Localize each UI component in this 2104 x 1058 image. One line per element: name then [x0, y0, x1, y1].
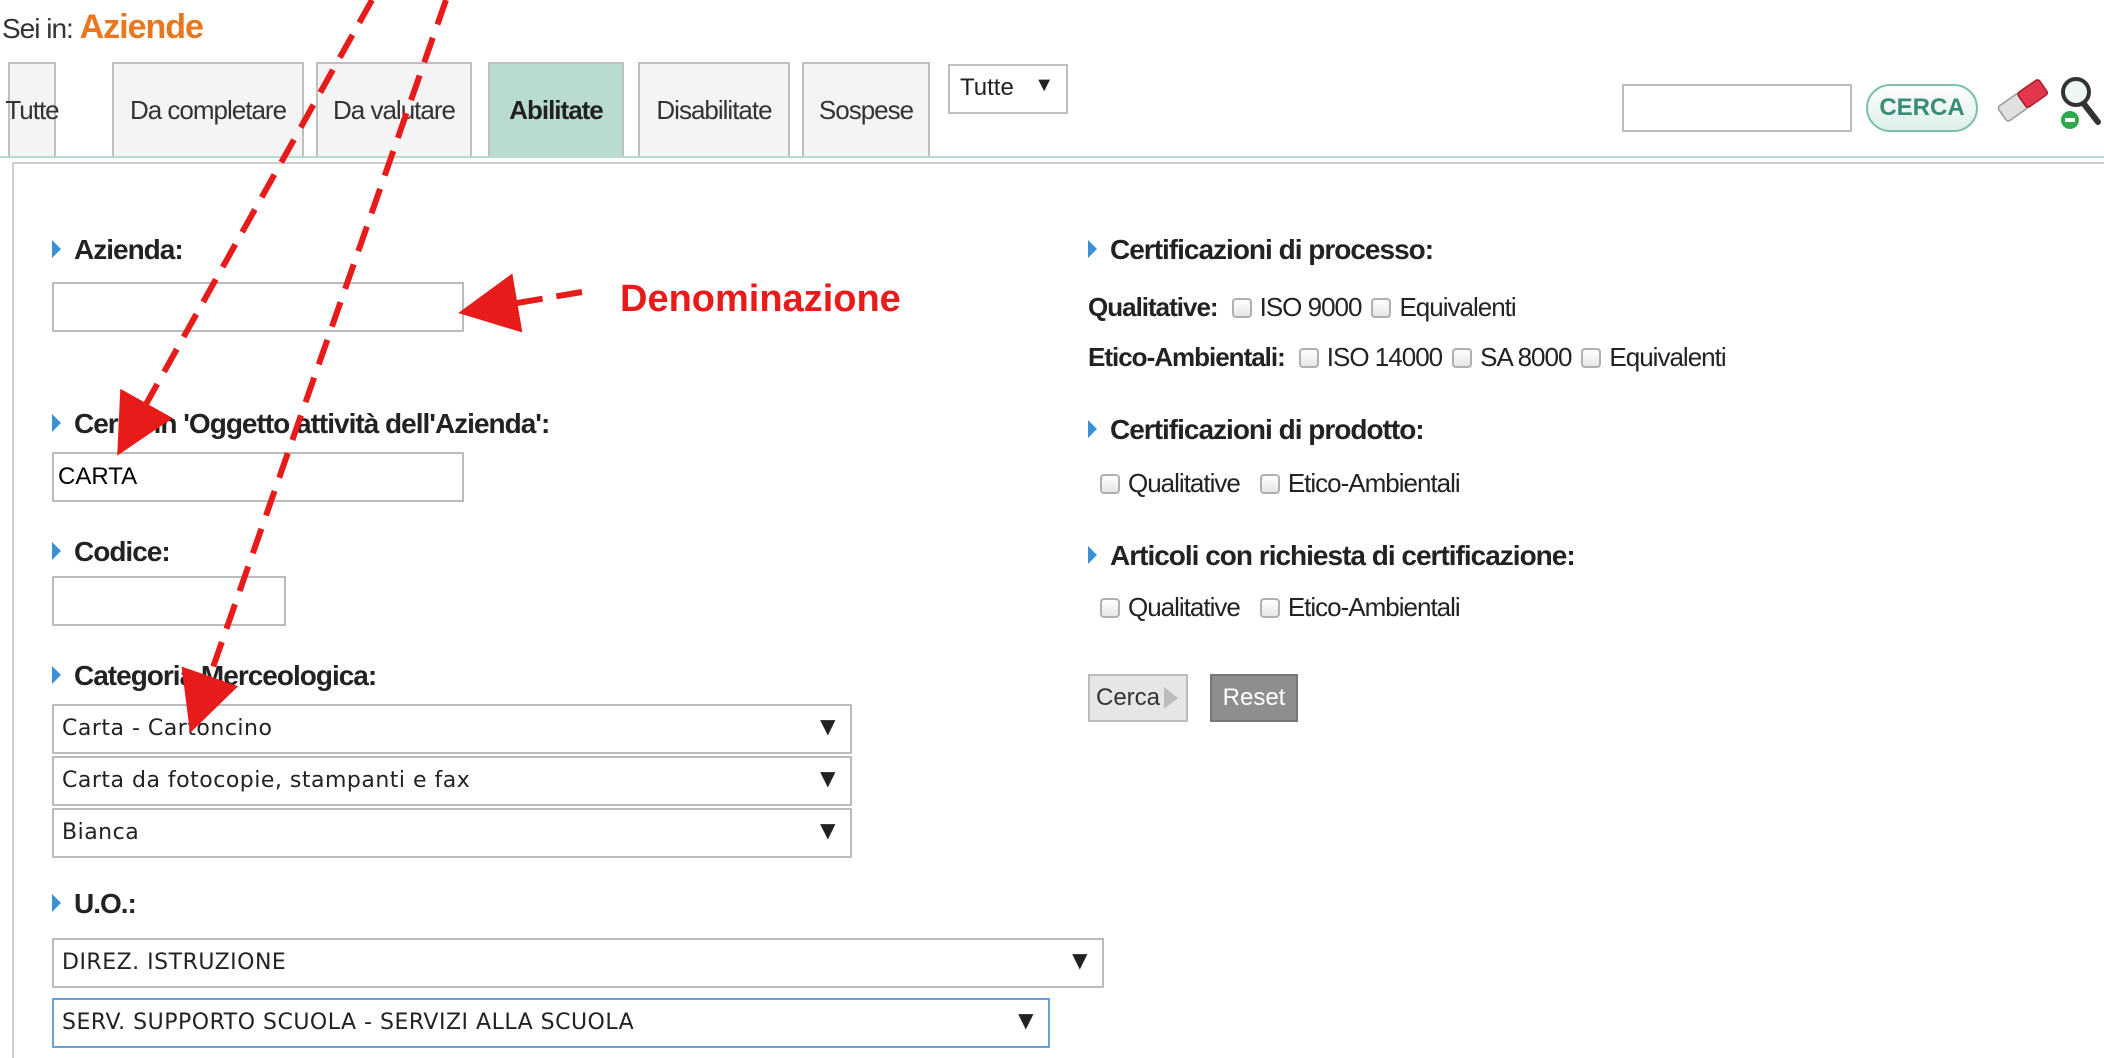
checkbox-box[interactable]	[1231, 297, 1252, 318]
dropdown-arrow-icon: ▼	[820, 714, 836, 738]
search-input[interactable]	[1622, 84, 1852, 132]
checkbox-box[interactable]	[1100, 473, 1120, 494]
prodotto-qualitative-checkbox[interactable]: Qualitative	[1094, 468, 1241, 499]
categoria-select-1[interactable]: Carta - Cartoncino ▼	[52, 704, 852, 754]
oggetto-label: Cerca in 'Oggetto attività dell'Azienda'…	[52, 408, 550, 440]
tab-tutte[interactable]: Tutte	[5, 62, 60, 156]
annotation-label: Denominazione	[620, 278, 901, 320]
azienda-label: Azienda:	[52, 234, 184, 266]
checkbox-box[interactable]	[1371, 297, 1392, 318]
dropdown-arrow-icon: ▼	[820, 818, 836, 842]
codice-label: Codice:	[52, 536, 171, 568]
reset-button[interactable]: Reset	[1210, 674, 1298, 722]
cert-processo-etico-row: Etico-Ambientali: ISO 14000 SA 8000 Equi…	[1088, 342, 1730, 373]
categoria-select-2[interactable]: Carta da fotocopie, stampanti e fax ▼	[52, 756, 852, 806]
reset-button-label: Reset	[1222, 684, 1286, 711]
search-button[interactable]: CERCA	[1866, 84, 1978, 132]
checkbox-box[interactable]	[1581, 347, 1602, 368]
categoria-select-2-value: Carta da fotocopie, stampanti e fax	[62, 768, 471, 793]
checkbox-box[interactable]	[1100, 597, 1120, 618]
checkbox-box[interactable]	[1452, 347, 1473, 368]
articoli-qualitative-checkbox[interactable]: Qualitative	[1094, 592, 1241, 623]
categoria-select-1-value: Carta - Cartoncino	[62, 716, 273, 741]
articoli-row: Qualitative Etico-Ambientali	[1094, 592, 1464, 623]
status-filter-select[interactable]: Tutte ▼	[948, 64, 1068, 114]
azienda-input[interactable]	[52, 282, 464, 332]
etico-equivalenti-checkbox[interactable]: Equivalenti	[1575, 342, 1727, 373]
uo-select-1-value: DIREZ. ISTRUZIONE	[62, 950, 287, 975]
cert-processo-qualitative-row: Qualitative: ISO 9000 Equivalenti	[1088, 292, 1520, 323]
qualitative-row-label: Qualitative:	[1088, 292, 1219, 322]
sa-8000-checkbox[interactable]: SA 8000	[1446, 342, 1572, 373]
categoria-select-3[interactable]: Bianca ▼	[52, 808, 852, 858]
uo-select-2[interactable]: SERV. SUPPORTO SCUOLA - SERVIZI ALLA SCU…	[52, 998, 1050, 1048]
uo-select-1[interactable]: DIREZ. ISTRUZIONE ▼	[52, 938, 1104, 988]
cerca-button[interactable]: Cerca	[1088, 674, 1188, 722]
breadcrumb-current: Aziende	[79, 8, 204, 46]
oggetto-input[interactable]	[52, 452, 464, 502]
iso-14000-checkbox[interactable]: ISO 14000	[1293, 342, 1443, 373]
play-arrow-icon	[1164, 687, 1179, 709]
iso-9000-checkbox[interactable]: ISO 9000	[1226, 292, 1362, 323]
tab-abilitate[interactable]: Abilitate	[488, 62, 624, 156]
qualitative-equivalenti-checkbox[interactable]: Equivalenti	[1365, 292, 1517, 323]
eraser-icon[interactable]	[1992, 76, 2052, 126]
cert-prodotto-row: Qualitative Etico-Ambientali	[1094, 468, 1464, 499]
articoli-label: Articoli con richiesta di certificazione…	[1088, 540, 1576, 572]
prodotto-etico-checkbox[interactable]: Etico-Ambientali	[1254, 468, 1461, 499]
categoria-label: Categoria Merceologica:	[52, 660, 377, 692]
tab-sospese[interactable]: Sospese	[802, 62, 930, 156]
dropdown-arrow-icon: ▼	[1034, 74, 1054, 96]
dropdown-arrow-icon: ▼	[1072, 948, 1088, 972]
breadcrumb-prefix: Sei in:	[2, 13, 74, 44]
etico-row-label: Etico-Ambientali:	[1088, 342, 1286, 372]
codice-input[interactable]	[52, 576, 286, 626]
cerca-button-label: Cerca	[1096, 684, 1161, 711]
uo-label: U.O.:	[52, 888, 137, 920]
dropdown-arrow-icon: ▼	[820, 766, 836, 790]
tab-da-completare[interactable]: Da completare	[112, 62, 304, 156]
cert-prodotto-label: Certificazioni di prodotto:	[1088, 414, 1425, 446]
uo-select-2-value: SERV. SUPPORTO SCUOLA - SERVIZI ALLA SCU…	[62, 1010, 635, 1035]
checkbox-box[interactable]	[1298, 347, 1319, 368]
categoria-select-3-value: Bianca	[62, 820, 140, 845]
checkbox-box[interactable]	[1259, 597, 1280, 618]
status-filter-value: Tutte	[960, 74, 1014, 101]
magnifier-icon[interactable]	[2058, 70, 2104, 134]
articoli-etico-checkbox[interactable]: Etico-Ambientali	[1254, 592, 1461, 623]
breadcrumb: Sei in: Aziende	[2, 8, 204, 47]
tabs-divider	[0, 156, 2104, 158]
cert-processo-label: Certificazioni di processo:	[1088, 234, 1434, 266]
dropdown-arrow-icon: ▼	[1018, 1008, 1034, 1032]
checkbox-box[interactable]	[1259, 473, 1280, 494]
tab-da-valutare[interactable]: Da valutare	[316, 62, 472, 156]
tab-disabilitate[interactable]: Disabilitate	[638, 62, 790, 156]
